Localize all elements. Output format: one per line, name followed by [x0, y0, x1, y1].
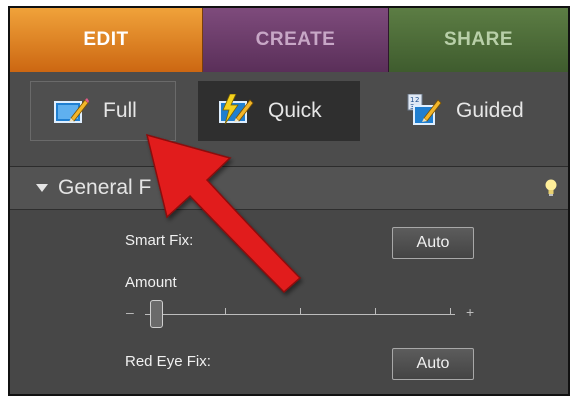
edit-mode-bar: Full Quick 1 2 3 Guided — [10, 72, 568, 167]
red-eye-fix-label: Red Eye Fix: — [125, 353, 211, 370]
lightning-photo-pencil-icon — [219, 94, 254, 125]
mode-guided-label: Guided — [456, 99, 524, 122]
slider-plus: + — [466, 304, 475, 320]
amount-label: Amount — [125, 274, 177, 291]
slider-minus: – — [126, 304, 134, 320]
mode-full-label: Full — [103, 99, 137, 122]
editor-window: EDIT CREATE SHARE Full Quick 1 2 3 Guide… — [8, 6, 570, 396]
amount-slider-track[interactable] — [145, 314, 455, 315]
tab-edit[interactable]: EDIT — [10, 8, 203, 72]
slider-tick — [375, 308, 376, 314]
mode-full-button[interactable]: Full — [30, 81, 176, 141]
numbered-photo-pencil-icon: 1 2 3 — [407, 94, 442, 125]
smart-fix-auto-button[interactable]: Auto — [392, 227, 474, 259]
smart-fix-label: Smart Fix: — [125, 232, 194, 249]
mode-quick-button[interactable]: Quick — [198, 81, 360, 141]
general-fixes-body: Smart Fix: Auto Amount – + Red Eye Fix: … — [10, 210, 568, 394]
mode-quick-label: Quick — [268, 99, 322, 122]
slider-tick — [300, 308, 301, 314]
photo-pencil-icon — [54, 98, 89, 123]
tab-create[interactable]: CREATE — [203, 8, 389, 72]
slider-tick — [225, 308, 226, 314]
tab-share[interactable]: SHARE — [389, 8, 568, 72]
svg-text:2: 2 — [415, 96, 419, 104]
workspace-tabs: EDIT CREATE SHARE — [10, 8, 568, 72]
mode-guided-button[interactable]: 1 2 3 Guided — [400, 81, 568, 141]
general-fixes-header[interactable]: General F — [10, 167, 568, 210]
amount-slider-thumb[interactable] — [150, 300, 163, 328]
red-eye-auto-button[interactable]: Auto — [392, 348, 474, 380]
panel-title: General F — [58, 176, 152, 199]
lightbulb-icon[interactable] — [544, 179, 558, 197]
slider-tick — [450, 308, 451, 314]
collapse-triangle-icon[interactable] — [36, 184, 48, 192]
